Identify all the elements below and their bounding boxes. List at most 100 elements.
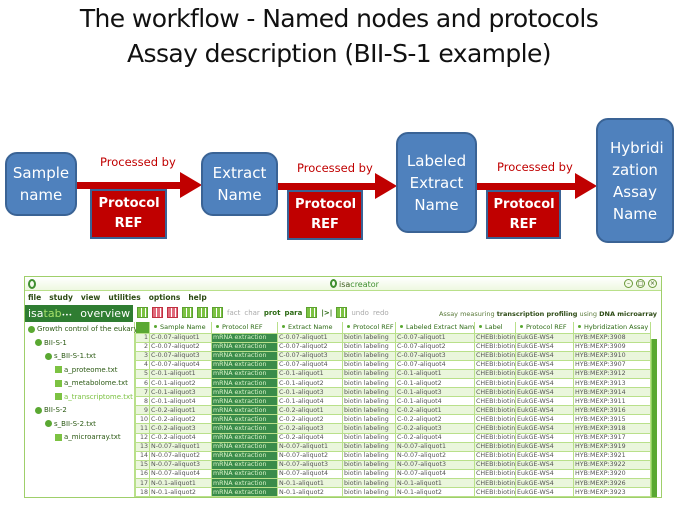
tree-item[interactable]: a_metabolome.txt	[55, 379, 128, 387]
table-cell[interactable]: mRNA extraction	[211, 332, 278, 343]
table-cell[interactable]: C-0.07-aliquot4	[395, 359, 475, 370]
menu-view[interactable]: view	[81, 293, 100, 302]
table-cell[interactable]: mRNA extraction	[211, 414, 278, 425]
table-cell[interactable]: EukGE-WS4	[515, 341, 574, 352]
table-cell[interactable]: N-0.1-aliquot1	[277, 477, 343, 489]
table-cell[interactable]: N-0.1-aliquot2	[149, 487, 212, 497]
table-cell[interactable]: biotin labeling	[342, 359, 396, 370]
remove-row-icon[interactable]	[152, 307, 163, 318]
table-cell[interactable]: C-0.1-aliquot4	[149, 396, 212, 407]
table-cell[interactable]: C-0.07-aliquot4	[149, 359, 212, 370]
table-cell[interactable]: C-0.1-aliquot2	[149, 377, 212, 389]
table-cell[interactable]: HYB:MEXP:3923	[573, 487, 651, 497]
table-cell[interactable]: biotin labeling	[342, 477, 396, 489]
table-cell[interactable]: biotin labeling	[342, 459, 396, 470]
table-cell[interactable]: CHEBI:biotin	[474, 405, 516, 416]
table-cell[interactable]: mRNA extraction	[211, 450, 278, 461]
table-cell[interactable]: HYB:MEXP:3909	[573, 341, 651, 352]
add-protocol-button[interactable]: prot	[264, 309, 281, 317]
table-cell[interactable]: HYB:MEXP:3916	[573, 405, 651, 416]
table-cell[interactable]: mRNA extraction	[211, 405, 278, 416]
table-row[interactable]: 6 C-0.1-aliquot2 mRNA extraction C-0.1-aliq…	[135, 377, 651, 389]
table-cell[interactable]: mRNA extraction	[211, 387, 278, 398]
copy-column-icon[interactable]	[182, 307, 193, 318]
table-cell[interactable]: C-0.07-aliquot3	[277, 350, 343, 361]
table-cell[interactable]: CHEBI:biotin	[474, 350, 516, 361]
table-cell[interactable]: C-0.07-aliquot1	[395, 332, 475, 343]
table-cell[interactable]: EukGE-WS4	[515, 332, 574, 343]
table-cell[interactable]: mRNA extraction	[211, 432, 278, 443]
redo-button[interactable]: redo	[373, 309, 389, 317]
column-header[interactable]: Extract Name	[277, 322, 343, 333]
menu-utilities[interactable]: utilities	[108, 293, 140, 302]
table-cell[interactable]: N-0.07-aliquot1	[149, 441, 212, 452]
table-cell[interactable]: biotin labeling	[342, 468, 396, 480]
table-cell[interactable]: mRNA extraction	[211, 468, 278, 480]
column-header[interactable]: Hybridization Assay Nam	[573, 322, 651, 333]
table-cell[interactable]: biotin labeling	[342, 432, 396, 443]
tree-item[interactable]: a_proteome.txt	[55, 366, 118, 374]
table-cell[interactable]: C-0.1-aliquot2	[277, 377, 343, 389]
table-cell[interactable]: CHEBI:biotin	[474, 459, 516, 470]
chevron-right-icon[interactable]: |>|	[321, 309, 332, 317]
table-cell[interactable]: C-0.2-aliquot3	[149, 423, 212, 434]
table-cell[interactable]: mRNA extraction	[211, 350, 278, 361]
undo-button[interactable]: undo	[351, 309, 369, 317]
remove-column-icon[interactable]	[167, 307, 178, 318]
table-row[interactable]: 1 C-0.07-aliquot1 mRNA extraction C-0.07-al…	[135, 332, 651, 343]
table-cell[interactable]: biotin labeling	[342, 377, 396, 389]
table-cell[interactable]: C-0.2-aliquot4	[395, 432, 475, 443]
transpose-icon[interactable]	[336, 307, 348, 318]
table-cell[interactable]: mRNA extraction	[211, 423, 278, 434]
table-cell[interactable]: EukGE-WS4	[515, 432, 574, 443]
table-cell[interactable]: C-0.07-aliquot2	[149, 341, 212, 352]
table-cell[interactable]: HYB:MEXP:3910	[573, 350, 651, 361]
table-cell[interactable]: N-0.07-aliquot4	[277, 468, 343, 480]
table-cell[interactable]: N-0.07-aliquot2	[395, 450, 475, 461]
grid-icon[interactable]	[306, 307, 318, 318]
table-row[interactable]: 16 N-0.07-aliquot4 mRNA extraction N-0.07-a…	[135, 468, 651, 480]
table-cell[interactable]: EukGE-WS4	[515, 477, 574, 489]
table-cell[interactable]: biotin labeling	[342, 414, 396, 425]
tree-item[interactable]: s_BII-S-2.txt	[45, 420, 96, 428]
table-cell[interactable]: C-0.2-aliquot1	[149, 405, 212, 416]
table-cell[interactable]: EukGE-WS4	[515, 441, 574, 452]
tree-item[interactable]: a_microarray.txt	[55, 433, 121, 441]
table-cell[interactable]: C-0.2-aliquot1	[277, 405, 343, 416]
table-cell[interactable]: mRNA extraction	[211, 341, 278, 352]
table-cell[interactable]: CHEBI:biotin	[474, 423, 516, 434]
table-cell[interactable]: HYB:MEXP:3917	[573, 432, 651, 443]
isatab-overview-logo[interactable]: isatab••• overview	[25, 305, 133, 322]
table-cell[interactable]: HYB:MEXP:3913	[573, 377, 651, 389]
table-cell[interactable]: biotin labeling	[342, 341, 396, 352]
table-cell[interactable]: CHEBI:biotin	[474, 332, 516, 343]
table-cell[interactable]: CHEBI:biotin	[474, 414, 516, 425]
tree-item[interactable]: BII-S-1	[35, 339, 67, 347]
menu-file[interactable]: file	[28, 293, 41, 302]
table-cell[interactable]: mRNA extraction	[211, 477, 278, 489]
table-cell[interactable]: N-0.07-aliquot3	[395, 459, 475, 470]
table-cell[interactable]: N-0.07-aliquot4	[149, 468, 212, 480]
table-cell[interactable]: HYB:MEXP:3911	[573, 396, 651, 407]
table-cell[interactable]: EukGE-WS4	[515, 368, 574, 379]
table-cell[interactable]: EukGE-WS4	[515, 350, 574, 361]
table-cell[interactable]: CHEBI:biotin	[474, 387, 516, 398]
table-cell[interactable]: C-0.2-aliquot1	[395, 405, 475, 416]
menu-help[interactable]: help	[188, 293, 206, 302]
table-cell[interactable]: EukGE-WS4	[515, 468, 574, 480]
table-cell[interactable]: C-0.1-aliquot4	[395, 396, 475, 407]
table-row[interactable]: 5 C-0.1-aliquot1 mRNA extraction C-0.1-aliq…	[135, 368, 651, 379]
table-cell[interactable]: mRNA extraction	[211, 368, 278, 379]
table-cell[interactable]: C-0.2-aliquot4	[277, 432, 343, 443]
add-characteristic-button[interactable]: char	[244, 309, 259, 317]
table-cell[interactable]: N-0.1-aliquot1	[149, 477, 212, 489]
table-cell[interactable]: CHEBI:biotin	[474, 477, 516, 489]
table-cell[interactable]: C-0.2-aliquot2	[277, 414, 343, 425]
table-row[interactable]: 13 N-0.07-aliquot1 mRNA extraction N-0.07-a…	[135, 441, 651, 452]
table-cell[interactable]: EukGE-WS4	[515, 359, 574, 370]
table-cell[interactable]: biotin labeling	[342, 405, 396, 416]
table-cell[interactable]: CHEBI:biotin	[474, 359, 516, 370]
add-row-icon[interactable]	[137, 307, 148, 318]
table-cell[interactable]: N-0.1-aliquot1	[395, 477, 475, 489]
table-row[interactable]: 15 N-0.07-aliquot3 mRNA extraction N-0.07-a…	[135, 459, 651, 470]
